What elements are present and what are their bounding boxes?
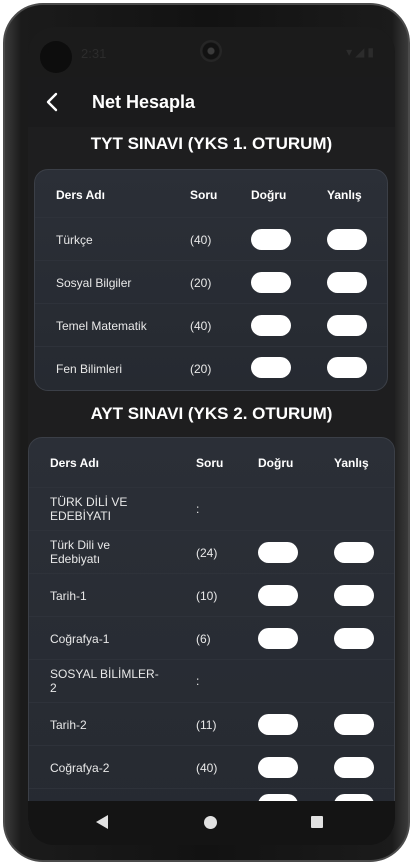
correct-input[interactable] — [258, 714, 298, 735]
header-name: Ders Adı — [50, 456, 99, 470]
subject-name: Coğrafya-1 — [50, 632, 110, 646]
header-correct: Doğru — [251, 188, 287, 202]
table-row: Sosyal Bilgiler (20) — [35, 261, 387, 304]
nav-home-icon[interactable] — [204, 816, 217, 829]
subject-name: Türk Dili ve Edebiyatı — [50, 538, 111, 566]
header-name: Ders Adı — [56, 188, 105, 202]
status-bar: 2:31 ▾◢▮ — [28, 27, 395, 77]
nav-back-icon[interactable] — [96, 815, 108, 829]
system-nav-bar — [28, 801, 395, 845]
question-count: (24) — [196, 546, 218, 560]
correct-input[interactable] — [258, 585, 298, 606]
wrong-input[interactable] — [334, 757, 374, 778]
correct-input[interactable] — [251, 357, 291, 378]
status-icons: ▾◢▮ — [346, 45, 377, 59]
subject-name: Temel Matematik — [56, 319, 147, 333]
question-count: (11) — [196, 718, 217, 732]
table-row: Türkçe (40) — [35, 218, 387, 261]
phone-frame: 2:31 ▾◢▮ Net Hesapla TYT SINAVI (YKS 1. … — [3, 3, 410, 862]
subject-name: Fen Bilimleri — [56, 362, 123, 376]
table-row: Tarih-1 (10) — [29, 574, 394, 617]
tyt-section-title: TYT SINAVI (YKS 1. OTURUM) — [90, 134, 333, 153]
status-avatar-shadow — [40, 41, 72, 73]
back-arrow-icon[interactable] — [42, 91, 64, 113]
ayt-section-title: AYT SINAVI (YKS 2. OTURUM) — [90, 404, 333, 423]
group-separator: : — [196, 502, 200, 516]
tyt-header-row: Ders Adı Soru Doğru Yanlış — [35, 170, 387, 218]
wrong-input[interactable] — [334, 542, 374, 563]
question-count: (20) — [190, 276, 212, 290]
table-row: Türk Dili ve Edebiyatı (24) — [29, 531, 394, 574]
correct-input[interactable] — [258, 628, 298, 649]
correct-input[interactable] — [258, 542, 298, 563]
question-count: (10) — [196, 589, 218, 603]
tyt-card: Ders Adı Soru Doğru Yanlış Türkçe (40) S… — [34, 169, 388, 391]
subject-name: Sosyal Bilgiler — [56, 276, 132, 290]
header-count: Soru — [196, 456, 224, 470]
table-row: Tarih-2 (11) — [29, 703, 394, 746]
subject-name: Türkçe — [56, 233, 93, 247]
wrong-input[interactable] — [327, 315, 367, 336]
group-name: SOSYAL BİLİMLER-2 — [50, 667, 159, 695]
screen: 2:31 ▾◢▮ Net Hesapla TYT SINAVI (YKS 1. … — [28, 27, 395, 845]
wrong-input[interactable] — [327, 357, 367, 378]
group-name: TÜRK DİLİ VE EDEBİYATI — [50, 495, 128, 523]
camera-punch-hole-icon — [200, 40, 222, 62]
nav-recents-icon[interactable] — [311, 816, 323, 828]
subject-name: Tarih-1 — [50, 589, 87, 603]
question-count: (40) — [190, 319, 212, 333]
correct-input[interactable] — [258, 757, 298, 778]
group-row: TÜRK DİLİ VE EDEBİYATI : — [29, 488, 394, 531]
wrong-input[interactable] — [334, 585, 374, 606]
question-count: (6) — [196, 632, 211, 646]
wrong-input[interactable] — [327, 272, 367, 293]
question-count: (20) — [190, 362, 212, 376]
header-count: Soru — [190, 188, 218, 202]
wrong-input[interactable] — [334, 714, 374, 735]
table-row: Coğrafya-1 (6) — [29, 617, 394, 660]
header-correct: Doğru — [258, 456, 294, 470]
subject-name: Coğrafya-2 — [50, 761, 110, 775]
page-title: Net Hesapla — [92, 92, 196, 112]
wrong-input[interactable] — [327, 229, 367, 250]
app-bar: Net Hesapla — [28, 77, 395, 127]
group-separator: : — [196, 674, 200, 688]
wrong-input[interactable] — [334, 628, 374, 649]
table-row: Fen Bilimleri (20) — [35, 347, 387, 390]
correct-input[interactable] — [251, 272, 291, 293]
correct-input[interactable] — [251, 229, 291, 250]
ayt-header-row: Ders Adı Soru Doğru Yanlış — [29, 438, 394, 488]
question-count: (40) — [190, 233, 212, 247]
header-wrong: Yanlış — [327, 188, 362, 202]
correct-input[interactable] — [251, 315, 291, 336]
question-count: (40) — [196, 761, 218, 775]
table-row: Coğrafya-2 (40) — [29, 746, 394, 789]
ayt-card: Ders Adı Soru Doğru Yanlış TÜRK DİLİ VE … — [28, 437, 395, 837]
status-time: 2:31 — [81, 46, 107, 61]
group-row: SOSYAL BİLİMLER-2 : — [29, 660, 394, 703]
header-wrong: Yanlış — [334, 456, 369, 470]
subject-name: Tarih-2 — [50, 718, 87, 732]
table-row: Temel Matematik (40) — [35, 304, 387, 347]
